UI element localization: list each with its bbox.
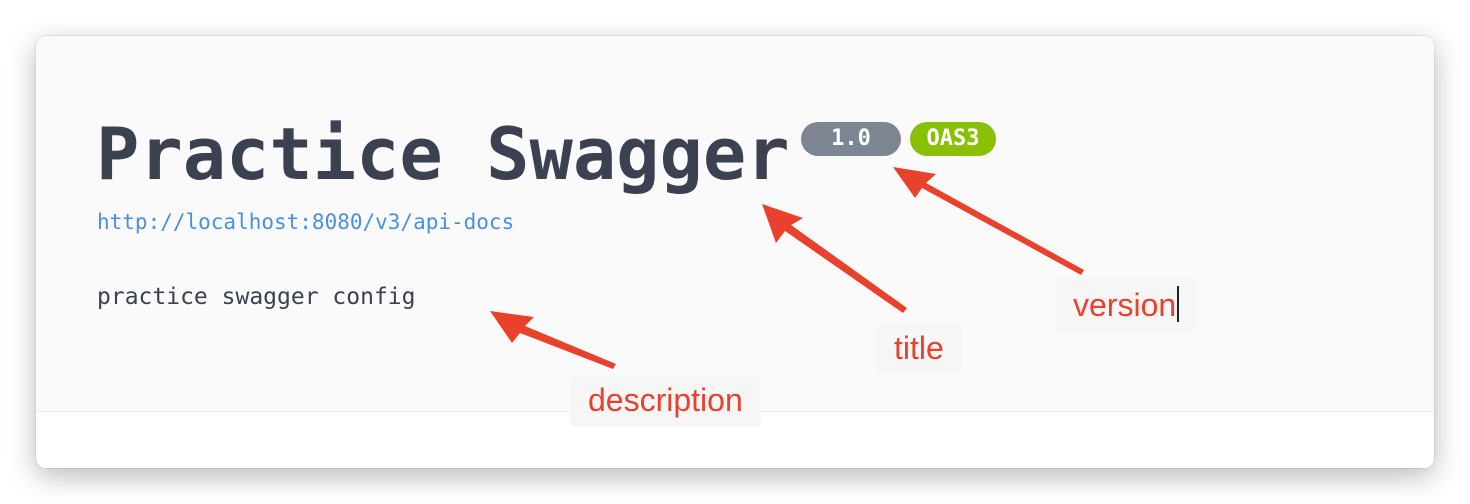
annotation-title: title — [876, 324, 962, 374]
annotation-version-text: version — [1073, 287, 1177, 323]
annotation-version: version — [1055, 278, 1198, 332]
annotation-description: description — [570, 376, 761, 426]
api-description: practice swagger config — [97, 284, 416, 310]
text-caret — [1177, 286, 1180, 322]
api-title: Practice Swagger — [96, 112, 790, 196]
api-docs-link[interactable]: http://localhost:8080/v3/api-docs — [97, 210, 514, 234]
oas3-badge: OAS3 — [910, 122, 996, 156]
version-badge: 1.0 — [801, 122, 901, 156]
